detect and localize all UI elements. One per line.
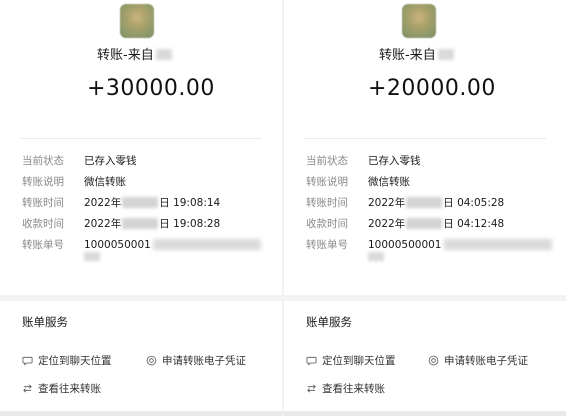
- detail-value: 微信转账: [368, 176, 410, 188]
- bill-services-title: 账单服务: [306, 315, 352, 329]
- receipt-summary-card: 转账-来自 +20000.00 当前状态 已存入零钱 转账说明 微信转账 转账时…: [284, 0, 566, 295]
- detail-list: 当前状态 已存入零钱 转账说明 微信转账 转账时间 2022年日 19:08:1…: [22, 154, 272, 261]
- detail-key: 当前状态: [22, 155, 64, 167]
- locate-chat-label: 定位到聊天位置: [322, 355, 396, 367]
- bill-services-card: 账单服务 定位到聊天位置 申请转账电子凭证 查看往来转账: [0, 301, 282, 411]
- blurred-date: [406, 197, 443, 208]
- detail-row-note: 转账说明 微信转账: [306, 175, 556, 196]
- transfer-receipt-left: 转账-来自 +30000.00 当前状态 已存入零钱 转账说明 微信转账 转账时…: [0, 0, 282, 416]
- bill-services-title: 账单服务: [22, 315, 68, 329]
- locate-chat-button[interactable]: 定位到聊天位置: [22, 353, 112, 368]
- divider: [304, 138, 546, 139]
- detail-value: 1000050001: [84, 238, 261, 252]
- blurred-date: [122, 218, 159, 229]
- detail-row-transfer-time: 转账时间 2022年日 19:08:14: [22, 196, 272, 217]
- transfer-receipt-right: 转账-来自 +20000.00 当前状态 已存入零钱 转账说明 微信转账 转账时…: [284, 0, 566, 416]
- detail-key: 转账说明: [22, 176, 64, 188]
- transfer-amount: +30000.00: [87, 76, 215, 101]
- detail-value: 已存入零钱: [84, 155, 137, 167]
- apply-certificate-label: 申请转账电子凭证: [444, 355, 528, 367]
- detail-value: 2022年日 19:08:14: [84, 197, 221, 209]
- detail-key: 当前状态: [306, 155, 348, 167]
- detail-key: 转账时间: [22, 197, 64, 209]
- bottom-strip: [284, 411, 566, 416]
- blurred-number: [443, 239, 552, 250]
- certificate-icon: [428, 355, 439, 366]
- receipt-summary-card: 转账-来自 +30000.00 当前状态 已存入零钱 转账说明 微信转账 转账时…: [0, 0, 282, 295]
- transfer-arrows-icon: [23, 384, 32, 393]
- transfer-from-label: 转账-来自: [97, 44, 172, 63]
- locate-chat-button[interactable]: 定位到聊天位置: [306, 353, 396, 368]
- detail-row-receive-time: 收款时间 2022年日 19:08:28: [22, 217, 272, 238]
- detail-key: 转账单号: [306, 239, 348, 251]
- detail-key: 转账说明: [306, 176, 348, 188]
- blurred-number-wrap: [368, 252, 384, 261]
- blurred-name: [155, 49, 172, 60]
- detail-value: 微信转账: [84, 176, 126, 188]
- detail-row-transfer-time: 转账时间 2022年日 04:05:28: [306, 196, 556, 217]
- detail-key: 转账时间: [306, 197, 348, 209]
- detail-list: 当前状态 已存入零钱 转账说明 微信转账 转账时间 2022年日 04:05:2…: [306, 154, 556, 261]
- transfer-amount: +20000.00: [368, 76, 496, 101]
- avatar: [402, 4, 436, 38]
- detail-value: 已存入零钱: [368, 155, 421, 167]
- blurred-date: [406, 218, 443, 229]
- view-transfers-label: 查看往来转账: [322, 383, 385, 395]
- detail-row-transfer-number: 转账单号 10000500001: [306, 238, 556, 261]
- detail-row-status: 当前状态 已存入零钱: [22, 154, 272, 175]
- blurred-date: [122, 197, 159, 208]
- detail-key: 收款时间: [22, 218, 64, 230]
- blurred-number: [152, 239, 261, 250]
- detail-row-transfer-number: 转账单号 1000050001: [22, 238, 272, 261]
- view-transfers-button[interactable]: 查看往来转账: [306, 381, 385, 396]
- detail-row-note: 转账说明 微信转账: [22, 175, 272, 196]
- transfer-from-label: 转账-来自: [379, 44, 454, 63]
- bill-services-card: 账单服务 定位到聊天位置 申请转账电子凭证 查看往来转账: [284, 301, 566, 411]
- avatar: [120, 4, 154, 38]
- certificate-icon: [146, 355, 157, 366]
- detail-key: 收款时间: [306, 218, 348, 230]
- locate-chat-label: 定位到聊天位置: [38, 355, 112, 367]
- detail-row-receive-time: 收款时间 2022年日 04:12:48: [306, 217, 556, 238]
- blurred-name: [437, 49, 454, 60]
- transfer-arrows-icon: [307, 384, 316, 393]
- bottom-strip: [0, 411, 282, 416]
- detail-value: 2022年日 04:05:28: [368, 197, 505, 209]
- view-transfers-button[interactable]: 查看往来转账: [22, 381, 101, 396]
- divider: [20, 138, 262, 139]
- apply-certificate-label: 申请转账电子凭证: [162, 355, 246, 367]
- detail-key: 转账单号: [22, 239, 64, 251]
- view-transfers-label: 查看往来转账: [38, 383, 101, 395]
- blurred-number-wrap: [84, 252, 100, 261]
- chat-bubble-icon: [22, 356, 33, 366]
- chat-bubble-icon: [306, 356, 317, 366]
- detail-value: 10000500001: [368, 238, 552, 252]
- detail-row-status: 当前状态 已存入零钱: [306, 154, 556, 175]
- detail-value: 2022年日 04:12:48: [368, 218, 505, 230]
- apply-certificate-button[interactable]: 申请转账电子凭证: [428, 353, 528, 368]
- apply-certificate-button[interactable]: 申请转账电子凭证: [146, 353, 246, 368]
- detail-value: 2022年日 19:08:28: [84, 218, 221, 230]
